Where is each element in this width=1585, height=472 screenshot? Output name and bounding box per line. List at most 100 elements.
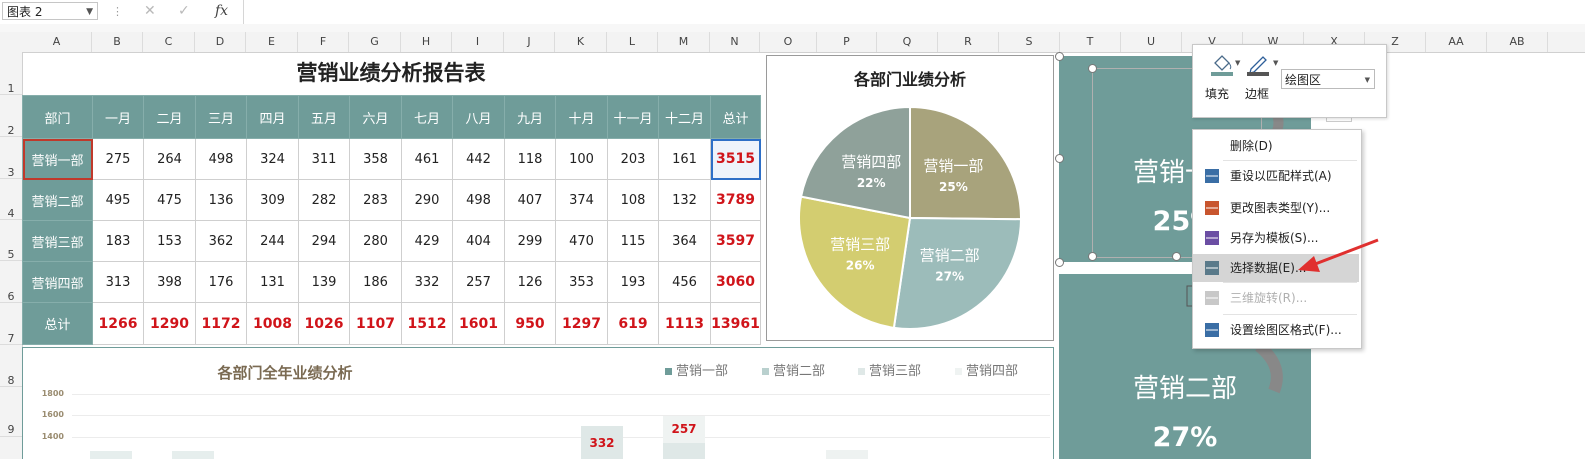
value-cell[interactable]: 139 bbox=[298, 261, 350, 303]
header-cell[interactable]: 十一月 bbox=[607, 95, 659, 139]
row-header-2[interactable]: 2 bbox=[0, 95, 22, 137]
value-cell[interactable]: 153 bbox=[143, 220, 196, 262]
border-pen-icon[interactable] bbox=[1245, 53, 1271, 77]
value-cell[interactable]: 398 bbox=[143, 261, 196, 303]
column-header-aa[interactable]: AA bbox=[1426, 32, 1487, 52]
value-cell[interactable]: 407 bbox=[504, 179, 556, 221]
row-header-4[interactable]: 4 bbox=[0, 179, 22, 220]
value-cell[interactable]: 1008 bbox=[246, 302, 299, 345]
value-cell[interactable]: 126 bbox=[504, 261, 556, 303]
cancel-icon[interactable]: ✕ bbox=[144, 3, 156, 19]
header-cell[interactable]: 八月 bbox=[452, 95, 505, 139]
header-cell[interactable]: 二月 bbox=[143, 95, 196, 139]
value-cell[interactable]: 282 bbox=[298, 179, 350, 221]
column-header-q[interactable]: Q bbox=[877, 32, 938, 52]
value-cell[interactable]: 1113 bbox=[658, 302, 711, 345]
value-cell[interactable]: 115 bbox=[607, 220, 659, 262]
row-header-3[interactable]: 3 bbox=[0, 137, 22, 179]
row-header-6[interactable]: 6 bbox=[0, 261, 22, 303]
column-header-k[interactable]: K bbox=[555, 32, 607, 52]
resize-handle[interactable] bbox=[1088, 252, 1097, 261]
column-header-g[interactable]: G bbox=[349, 32, 401, 52]
value-cell[interactable]: 362 bbox=[195, 220, 247, 262]
value-cell[interactable]: 442 bbox=[452, 138, 505, 180]
value-cell[interactable]: 118 bbox=[504, 138, 556, 180]
value-cell[interactable]: 1290 bbox=[143, 302, 196, 345]
fill-bucket-icon[interactable] bbox=[1209, 53, 1235, 77]
value-cell[interactable]: 1297 bbox=[555, 302, 608, 345]
row-header-1[interactable]: 1 bbox=[0, 52, 22, 95]
header-cell[interactable]: 部门 bbox=[22, 95, 93, 139]
value-cell[interactable]: 374 bbox=[555, 179, 608, 221]
value-cell[interactable]: 257 bbox=[452, 261, 505, 303]
header-cell[interactable]: 十月 bbox=[555, 95, 608, 139]
column-header-d[interactable]: D bbox=[195, 32, 246, 52]
value-cell[interactable]: 1026 bbox=[298, 302, 350, 345]
header-cell[interactable]: 五月 bbox=[298, 95, 350, 139]
enter-icon[interactable]: ✓ bbox=[178, 3, 190, 19]
fill-label[interactable]: 填充 bbox=[1205, 85, 1229, 102]
resize-handle[interactable] bbox=[1088, 64, 1097, 73]
value-cell[interactable]: 311 bbox=[298, 138, 350, 180]
total-cell[interactable]: 3515 bbox=[710, 138, 761, 180]
value-cell[interactable]: 275 bbox=[92, 138, 144, 180]
column-header-h[interactable]: H bbox=[401, 32, 452, 52]
value-cell[interactable]: 498 bbox=[195, 138, 247, 180]
value-cell[interactable]: 498 bbox=[452, 179, 505, 221]
column-header-u[interactable]: U bbox=[1121, 32, 1182, 52]
value-cell[interactable]: 309 bbox=[246, 179, 299, 221]
chevron-down-icon[interactable]: ▼ bbox=[1273, 59, 1278, 67]
value-cell[interactable]: 280 bbox=[349, 220, 402, 262]
resize-handle[interactable] bbox=[1172, 252, 1181, 261]
resize-handle[interactable] bbox=[1055, 154, 1064, 163]
header-cell[interactable]: 三月 bbox=[195, 95, 247, 139]
header-cell[interactable]: 九月 bbox=[504, 95, 556, 139]
column-header-o[interactable]: O bbox=[760, 32, 817, 52]
value-cell[interactable]: 1107 bbox=[349, 302, 402, 345]
dept-cell[interactable]: 营销二部 bbox=[22, 179, 93, 221]
column-header-c[interactable]: C bbox=[143, 32, 195, 52]
value-cell[interactable]: 404 bbox=[452, 220, 505, 262]
value-cell[interactable]: 290 bbox=[401, 179, 453, 221]
value-cell[interactable]: 100 bbox=[555, 138, 608, 180]
value-cell[interactable]: 1266 bbox=[92, 302, 144, 345]
value-cell[interactable]: 353 bbox=[555, 261, 608, 303]
value-cell[interactable]: 475 bbox=[143, 179, 196, 221]
value-cell[interactable]: 313 bbox=[92, 261, 144, 303]
header-cell[interactable]: 十二月 bbox=[658, 95, 711, 139]
header-cell[interactable]: 一月 bbox=[92, 95, 144, 139]
value-cell[interactable]: 294 bbox=[298, 220, 350, 262]
insert-function-icon[interactable]: fx bbox=[215, 3, 228, 19]
chevron-down-icon[interactable]: ▼ bbox=[86, 3, 93, 21]
column-header-t[interactable]: T bbox=[1060, 32, 1121, 52]
context-menu-item[interactable]: 重设以匹配样式(A) bbox=[1193, 162, 1359, 190]
value-cell[interactable]: 183 bbox=[92, 220, 144, 262]
value-cell[interactable]: 264 bbox=[143, 138, 196, 180]
chevron-down-icon[interactable]: ▼ bbox=[1235, 59, 1240, 67]
value-cell[interactable]: 332 bbox=[401, 261, 453, 303]
value-cell[interactable]: 324 bbox=[246, 138, 299, 180]
value-cell[interactable]: 161 bbox=[658, 138, 711, 180]
dept-cell[interactable]: 总计 bbox=[22, 302, 93, 345]
total-cell[interactable]: 3060 bbox=[710, 261, 761, 303]
header-cell[interactable]: 总计 bbox=[710, 95, 761, 139]
name-box[interactable]: 图表 2 ▼ bbox=[2, 2, 98, 20]
header-cell[interactable]: 六月 bbox=[349, 95, 402, 139]
value-cell[interactable]: 186 bbox=[349, 261, 402, 303]
chart-element-dropdown[interactable]: 绘图区 ▼ bbox=[1281, 69, 1375, 89]
column-header-s[interactable]: S bbox=[999, 32, 1060, 52]
resize-handle[interactable] bbox=[1055, 52, 1064, 61]
value-cell[interactable]: 461 bbox=[401, 138, 453, 180]
value-cell[interactable]: 364 bbox=[658, 220, 711, 262]
column-header-n[interactable]: N bbox=[710, 32, 760, 52]
pie-chart[interactable]: 营销一部 25% 营销二部 27% 营销三部 26% 营销四部 22% bbox=[766, 55, 1054, 341]
dept-cell[interactable]: 营销一部 bbox=[22, 138, 93, 180]
value-cell[interactable]: 193 bbox=[607, 261, 659, 303]
row-header-9[interactable]: 9 bbox=[0, 387, 22, 437]
value-cell[interactable]: 131 bbox=[246, 261, 299, 303]
value-cell[interactable]: 456 bbox=[658, 261, 711, 303]
value-cell[interactable]: 108 bbox=[607, 179, 659, 221]
value-cell[interactable]: 203 bbox=[607, 138, 659, 180]
value-cell[interactable]: 176 bbox=[195, 261, 247, 303]
value-cell[interactable]: 299 bbox=[504, 220, 556, 262]
